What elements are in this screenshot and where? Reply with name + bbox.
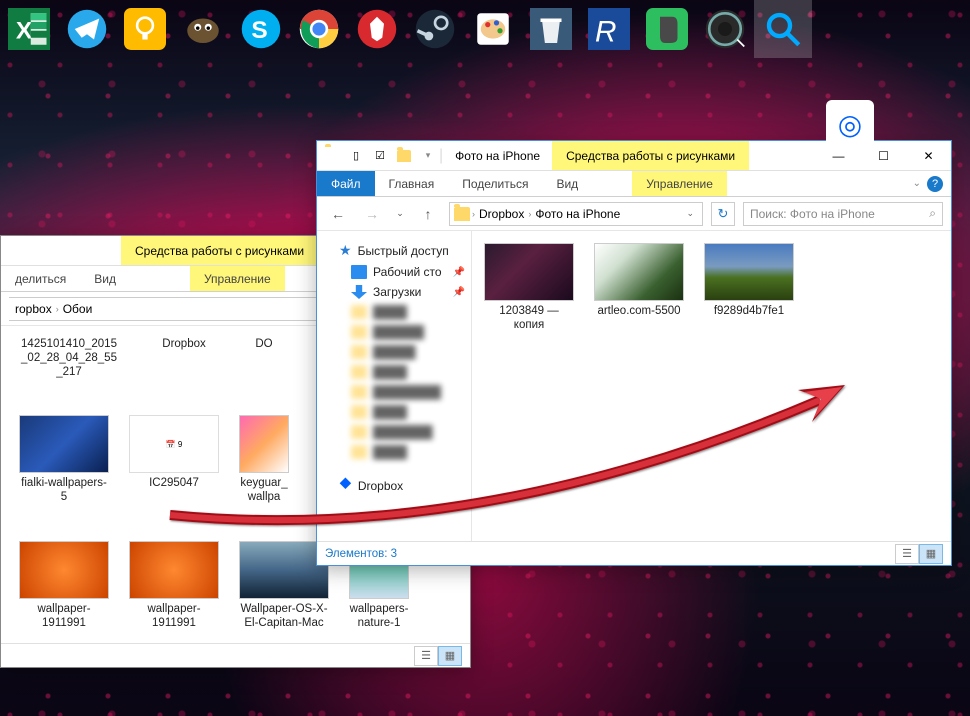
folder-icon <box>323 147 341 165</box>
sidebar-item[interactable]: █████ <box>317 342 471 362</box>
tab-share[interactable]: Поделиться <box>448 171 542 196</box>
sidebar-item[interactable]: ███████ <box>317 422 471 442</box>
contextual-tab-label: Средства работы с рисунками <box>552 141 749 170</box>
file-list: 1203849 — копия artleo.com-5500 f9289d4b… <box>472 231 951 541</box>
nav-recent-button[interactable]: ⌄ <box>393 201 407 227</box>
skype-icon[interactable]: S <box>232 0 290 58</box>
file-item[interactable]: wallpaper-1911991 <box>19 541 109 631</box>
revo-icon[interactable]: R <box>580 0 638 58</box>
tab-manage[interactable]: Управление <box>632 171 727 196</box>
file-item[interactable]: artleo.com-5500 <box>594 243 684 333</box>
svg-text:S: S <box>251 17 267 44</box>
tab-home[interactable]: Главная <box>375 171 449 196</box>
tab-view[interactable]: Вид <box>542 171 592 196</box>
view-details-button[interactable]: ☰ <box>414 646 438 666</box>
refresh-button[interactable]: ↻ <box>711 202 735 226</box>
sidebar-item[interactable]: ████████ <box>317 382 471 402</box>
sidebar-dropbox[interactable]: ⯁Dropbox <box>317 474 471 498</box>
help-icon[interactable]: ? <box>927 176 943 192</box>
tab-file[interactable]: Файл <box>317 171 375 196</box>
address-bar[interactable]: › Dropbox › Фото на iPhone ⌄ <box>449 202 703 226</box>
nav-back-button[interactable]: ← <box>325 201 351 227</box>
view-thumbnails-button[interactable]: ▦ <box>919 544 943 564</box>
close-button[interactable]: ✕ <box>906 141 951 170</box>
sidebar-item[interactable]: ██████ <box>317 322 471 342</box>
ribbon-collapse-icon[interactable]: ⌄ <box>913 178 921 189</box>
view-details-button[interactable]: ☰ <box>895 544 919 564</box>
file-item[interactable]: fialki-wallpapers-5 <box>19 415 109 505</box>
sidebar-downloads[interactable]: Загрузки📌 <box>317 282 471 302</box>
sidebar-item[interactable]: ████ <box>317 362 471 382</box>
sidebar-item[interactable]: ████ <box>317 302 471 322</box>
folder-icon <box>454 207 470 221</box>
status-text: Элементов: 3 <box>325 548 397 560</box>
dropbox-icon: ⯁ <box>339 477 352 495</box>
telegram-icon[interactable] <box>58 0 116 58</box>
evernote-icon[interactable] <box>638 0 696 58</box>
svg-text:R: R <box>595 15 617 48</box>
qat-checkbox-button[interactable]: ☑ <box>369 145 391 167</box>
search-icon[interactable] <box>754 0 812 58</box>
window-title: Фото на iPhone <box>455 149 540 163</box>
qat-properties-button[interactable]: ▯ <box>345 145 367 167</box>
sidebar-quick-access[interactable]: ★Быстрый доступ <box>317 239 471 262</box>
file-item[interactable]: DO <box>249 338 279 379</box>
file-item[interactable]: 1203849 — копия <box>484 243 574 333</box>
steam-icon[interactable] <box>406 0 464 58</box>
paint-icon[interactable] <box>464 0 522 58</box>
view-thumbnails-button[interactable]: ▦ <box>438 646 462 666</box>
explorer-window-front: ▯ ☑ ▾ | Фото на iPhone Средства работы с… <box>316 140 952 566</box>
pin-icon: 📌 <box>453 267 465 278</box>
gimp-icon[interactable] <box>174 0 232 58</box>
keep-icon[interactable] <box>116 0 174 58</box>
taskbar: X S R <box>0 0 970 58</box>
file-item[interactable]: Dropbox <box>139 338 229 379</box>
breadcrumb-item[interactable]: Dropbox <box>475 207 528 221</box>
excel-icon[interactable]: X <box>0 0 58 58</box>
file-item[interactable]: wallpaper-1911991 <box>129 541 219 631</box>
contextual-tab-label: Средства работы с рисунками <box>121 236 318 265</box>
tab-view[interactable]: Вид <box>80 266 130 291</box>
breadcrumb-item[interactable]: Фото на iPhone <box>531 207 624 221</box>
desktop-shortcut[interactable]: ◎ <box>820 100 880 148</box>
search-input[interactable]: Поиск: Фото на iPhone ⌕ <box>743 202 943 226</box>
address-dropdown-icon[interactable]: ⌄ <box>680 208 700 219</box>
nav-forward-button[interactable]: → <box>359 201 385 227</box>
search-icon: ⌕ <box>929 206 936 221</box>
recycle-icon[interactable] <box>522 0 580 58</box>
pin-icon: 📌 <box>453 287 465 298</box>
file-item[interactable]: f9289d4b7fe1 <box>704 243 794 333</box>
qat-newfolder-button[interactable] <box>393 145 415 167</box>
tab-manage[interactable]: Управление <box>190 266 285 291</box>
file-item[interactable]: 1425101410_2015_02_28_04_28_55_217 <box>19 338 119 379</box>
navigation-pane: ★Быстрый доступ Рабочий сто📌 Загрузки📌 █… <box>317 231 472 541</box>
file-item[interactable]: 📅 9IC295047 <box>129 415 219 505</box>
nav-up-button[interactable]: ↑ <box>415 201 441 227</box>
qat-dropdown-button[interactable]: ▾ <box>417 145 439 167</box>
brave-icon[interactable] <box>348 0 406 58</box>
tab-share[interactable]: делиться <box>1 266 80 291</box>
chrome-icon[interactable] <box>290 0 348 58</box>
sidebar-item[interactable]: ████ <box>317 402 471 422</box>
obs-icon[interactable] <box>696 0 754 58</box>
sidebar-desktop[interactable]: Рабочий сто📌 <box>317 262 471 282</box>
svg-text:X: X <box>16 18 33 45</box>
sidebar-item[interactable]: ████ <box>317 442 471 462</box>
file-item[interactable]: keyguar_wallpa <box>239 415 289 505</box>
